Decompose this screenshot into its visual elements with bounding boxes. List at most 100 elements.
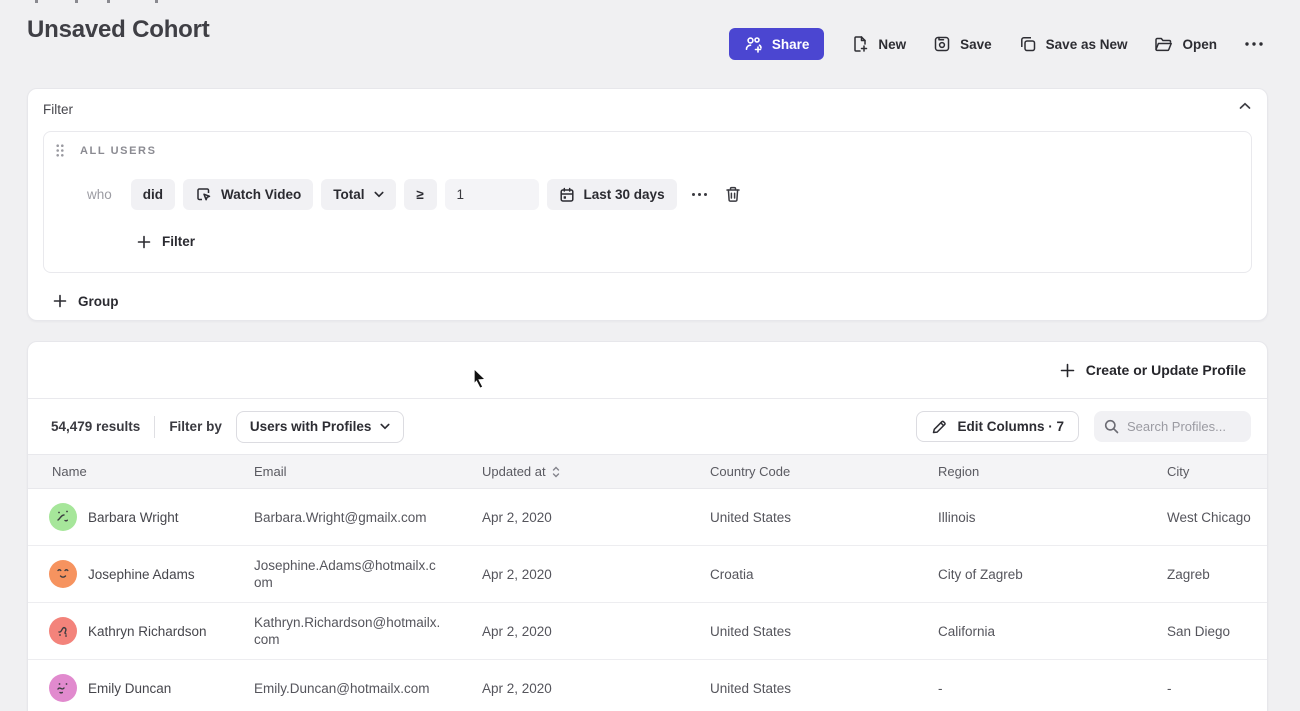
profile-name: Emily Duncan xyxy=(88,681,171,696)
profile-country-code: United States xyxy=(710,624,791,639)
profile-updated-at: Apr 2, 2020 xyxy=(482,624,552,639)
table-row[interactable]: Emily Duncan Emily.Duncan@hotmailx.com A… xyxy=(28,660,1267,711)
profile-country-code: United States xyxy=(710,510,791,525)
clipped-top-content xyxy=(0,0,300,4)
profiles-search[interactable] xyxy=(1094,411,1251,442)
profile-updated-at: Apr 2, 2020 xyxy=(482,567,552,582)
header-actions: Share New Save Save as New xyxy=(729,28,1264,60)
column-header-updated-at[interactable]: Updated at xyxy=(482,464,710,479)
page-title: Unsaved Cohort xyxy=(27,16,210,44)
table-row[interactable]: Kathryn Richardson Kathryn.Richardson@ho… xyxy=(28,603,1267,660)
more-options-icon[interactable] xyxy=(1244,41,1264,47)
add-group-label: Group xyxy=(78,294,119,309)
did-chip[interactable]: did xyxy=(131,179,175,210)
column-header-email[interactable]: Email xyxy=(254,464,482,479)
new-button-label: New xyxy=(878,37,906,52)
column-header-country-code[interactable]: Country Code xyxy=(710,464,938,479)
share-users-icon xyxy=(744,36,763,53)
calendar-icon xyxy=(559,187,575,203)
event-chip[interactable]: Watch Video xyxy=(183,179,313,210)
profile-name: Barbara Wright xyxy=(88,510,179,525)
profile-filter-value: Users with Profiles xyxy=(250,419,372,434)
profile-updated-at: Apr 2, 2020 xyxy=(482,510,552,525)
profile-region: City of Zagreb xyxy=(938,567,1023,582)
plus-icon xyxy=(1060,363,1075,378)
save-as-new-button-label: Save as New xyxy=(1046,37,1128,52)
avatar xyxy=(49,674,77,702)
sort-icon[interactable] xyxy=(552,466,560,478)
table-body: Barbara Wright Barbara.Wright@gmailx.com… xyxy=(28,489,1267,711)
avatar xyxy=(49,560,77,588)
profile-name: Josephine Adams xyxy=(88,567,195,582)
column-header-region[interactable]: Region xyxy=(938,464,1167,479)
filter-panel: Filter ALL USERS who did xyxy=(27,88,1268,321)
copy-icon xyxy=(1019,35,1037,53)
column-header-name[interactable]: Name xyxy=(28,464,254,479)
open-button[interactable]: Open xyxy=(1154,36,1217,53)
pencil-icon xyxy=(931,419,947,435)
table-header: Name Email Updated at Country Code Regio… xyxy=(28,454,1267,489)
save-as-new-button[interactable]: Save as New xyxy=(1019,35,1128,53)
who-label: who xyxy=(87,187,112,202)
profile-region: - xyxy=(938,681,943,696)
profile-city: - xyxy=(1167,681,1172,696)
open-button-label: Open xyxy=(1182,37,1217,52)
avatar xyxy=(49,503,77,531)
profile-updated-at: Apr 2, 2020 xyxy=(482,681,552,696)
filter-group-header: ALL USERS xyxy=(56,144,157,157)
aggregation-chip[interactable]: Total xyxy=(321,179,395,210)
folder-icon xyxy=(1154,36,1173,53)
date-range-chip-label: Last 30 days xyxy=(584,187,665,202)
toolbar-divider xyxy=(154,416,155,438)
save-icon xyxy=(933,35,951,53)
share-button-label: Share xyxy=(772,37,810,52)
profile-region: California xyxy=(938,624,995,639)
delete-filter-trash-icon[interactable] xyxy=(725,186,741,203)
filter-by-label: Filter by xyxy=(169,419,222,434)
add-filter-button[interactable]: Filter xyxy=(137,226,195,257)
profiles-panel: Create or Update Profile 54,479 results … xyxy=(27,341,1268,711)
profile-filter-dropdown[interactable]: Users with Profiles xyxy=(236,411,405,443)
profile-email: Barbara.Wright@gmailx.com xyxy=(254,509,427,526)
save-button[interactable]: Save xyxy=(933,35,992,53)
date-range-chip[interactable]: Last 30 days xyxy=(547,179,677,210)
add-filter-label: Filter xyxy=(162,234,195,249)
column-header-city[interactable]: City xyxy=(1167,464,1268,479)
results-toolbar: 54,479 results Filter by Users with Prof… xyxy=(28,398,1267,454)
avatar xyxy=(49,617,77,645)
profile-email: Josephine.Adams@hotmailx.com xyxy=(254,557,442,591)
table-row[interactable]: Josephine Adams Josephine.Adams@hotmailx… xyxy=(28,546,1267,603)
search-icon xyxy=(1104,419,1119,434)
collapse-chevron-up-icon[interactable] xyxy=(1239,102,1251,110)
search-profiles-input[interactable] xyxy=(1127,419,1241,434)
profile-city: San Diego xyxy=(1167,624,1230,639)
profile-country-code: United States xyxy=(710,681,791,696)
filter-group-box: ALL USERS who did Watch Video Total xyxy=(43,131,1252,273)
create-row: Create or Update Profile xyxy=(28,342,1267,398)
aggregation-chip-label: Total xyxy=(333,187,364,202)
create-or-update-profile-button[interactable]: Create or Update Profile xyxy=(1060,356,1246,384)
event-cursor-icon xyxy=(195,186,212,203)
add-group-button[interactable]: Group xyxy=(53,286,119,316)
profile-name: Kathryn Richardson xyxy=(88,624,207,639)
profile-email: Kathryn.Richardson@hotmailx.com xyxy=(254,614,442,648)
new-button[interactable]: New xyxy=(851,35,906,53)
value-input-text: 1 xyxy=(457,187,465,202)
operator-chip[interactable]: ≥ xyxy=(404,179,437,210)
create-or-update-profile-label: Create or Update Profile xyxy=(1086,362,1246,378)
filter-group-label: ALL USERS xyxy=(80,145,157,157)
profile-city: Zagreb xyxy=(1167,567,1210,582)
filter-condition-row: who did Watch Video Total xyxy=(87,179,741,210)
value-input-chip[interactable]: 1 xyxy=(445,179,539,210)
profile-city: West Chicago xyxy=(1167,510,1251,525)
edit-columns-button[interactable]: Edit Columns · 7 xyxy=(916,411,1079,442)
edit-columns-label: Edit Columns · 7 xyxy=(957,419,1064,434)
table-row[interactable]: Barbara Wright Barbara.Wright@gmailx.com… xyxy=(28,489,1267,546)
plus-icon xyxy=(53,294,67,308)
drag-handle-icon[interactable] xyxy=(56,144,64,157)
row-more-options-icon[interactable] xyxy=(691,192,708,197)
save-button-label: Save xyxy=(960,37,992,52)
new-file-icon xyxy=(851,35,869,53)
plus-icon xyxy=(137,235,151,249)
share-button[interactable]: Share xyxy=(729,28,825,60)
